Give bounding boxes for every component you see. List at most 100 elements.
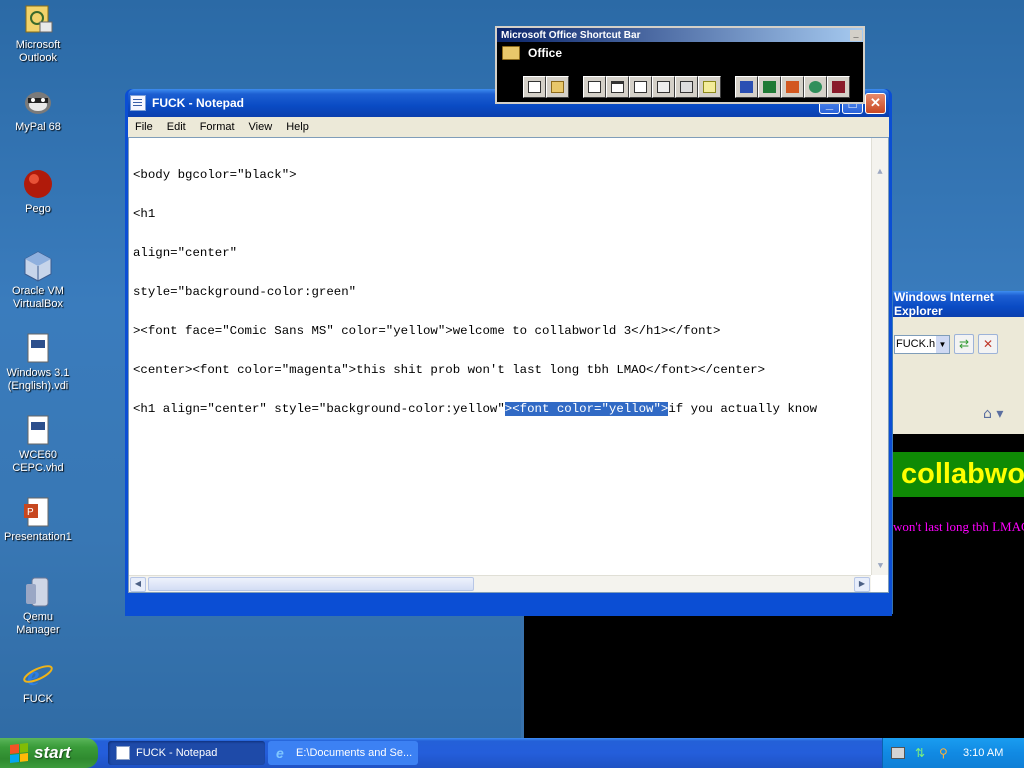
desktop-icon-wce60[interactable]: WCE60 CEPC.vhd (2, 414, 74, 475)
taskbar-button-explorer[interactable]: e E:\Documents and Se... (268, 741, 418, 765)
scroll-up-icon[interactable]: ▲ (872, 164, 888, 181)
page-heading: collabworld 3 (893, 452, 1024, 497)
horizontal-scrollbar[interactable]: ◀ ▶ (129, 575, 871, 592)
scroll-thumb[interactable] (148, 577, 474, 591)
notepad-title: FUCK - Notepad (152, 96, 244, 110)
desktop-icon-label: WCE60 CEPC.vhd (12, 449, 64, 474)
publisher-icon[interactable] (804, 76, 827, 98)
virtualbox-icon (22, 250, 54, 282)
svg-text:P: P (27, 507, 34, 518)
start-button[interactable]: start (0, 738, 98, 768)
desktop-icon-outlook[interactable]: Microsoft Outlook (2, 4, 74, 65)
text-line: style="background-color:green" (133, 285, 357, 299)
desktop-icon-fuck-html[interactable]: e FUCK (2, 658, 74, 706)
desktop-icon-pego[interactable]: Pego (2, 168, 74, 216)
text-segment: <h1 align="center" style="background-col… (133, 402, 505, 416)
word-icon[interactable] (735, 76, 758, 98)
start-label: start (34, 743, 71, 762)
new-document-icon[interactable] (523, 76, 546, 98)
internet-explorer-window[interactable]: Windows Internet Explorer FUCK.h ▼ ⇄ ✕ ⌂… (893, 290, 1024, 614)
text-line: <h1 (133, 207, 156, 221)
red-ball-icon (22, 168, 54, 200)
menu-file[interactable]: File (128, 121, 160, 133)
svg-text:e: e (27, 661, 39, 690)
internet-explorer-icon: e (276, 745, 284, 761)
office-section-label: Office (528, 46, 563, 60)
keyboard-icon[interactable] (891, 747, 905, 759)
menu-view[interactable]: View (242, 121, 280, 133)
text-line: <body bgcolor="black"> (133, 168, 297, 182)
file-icon (22, 332, 54, 364)
taskbar: start FUCK - Notepad e E:\Documents and … (0, 738, 1024, 768)
desktop-icon-presentation[interactable]: P Presentation1 (2, 496, 74, 544)
desktop-icon-win31-vdi[interactable]: Windows 3.1 (English).vdi (2, 332, 74, 393)
office-bar-title-bar[interactable]: Microsoft Office Shortcut Bar _ (497, 28, 863, 42)
mail-icon[interactable] (583, 76, 606, 98)
taskbar-button-notepad[interactable]: FUCK - Notepad (108, 741, 265, 765)
excel-icon[interactable] (758, 76, 781, 98)
text-line: <h1 align="center" style="background-col… (133, 402, 888, 416)
journal-icon[interactable] (675, 76, 698, 98)
powerpoint-icon[interactable] (781, 76, 804, 98)
ie-address-field[interactable]: FUCK.h ▼ (894, 334, 950, 354)
office-shortcut-bar[interactable]: Microsoft Office Shortcut Bar _ Office (495, 26, 865, 104)
clock[interactable]: 3:10 AM (963, 747, 1003, 759)
office-bar-title: Microsoft Office Shortcut Bar (501, 29, 641, 41)
taskbar-button-label: E:\Documents and Se... (296, 747, 413, 759)
ie-title-bar[interactable]: Windows Internet Explorer (893, 290, 1024, 318)
office-section[interactable]: Office (497, 42, 863, 60)
access-icon[interactable] (827, 76, 850, 98)
file-icon (22, 414, 54, 446)
notepad-window[interactable]: FUCK - Notepad _ □ ✕ File Edit Format Vi… (125, 89, 892, 616)
search-icon[interactable]: ⚲ (939, 747, 953, 759)
qemu-icon (22, 576, 54, 608)
desktop-icon-label: FUCK (23, 693, 53, 705)
stop-icon[interactable]: ✕ (978, 334, 998, 354)
refresh-icon[interactable]: ⇄ (954, 334, 974, 354)
scroll-right-icon[interactable]: ▶ (854, 577, 870, 592)
menu-help[interactable]: Help (279, 121, 316, 133)
note-icon[interactable] (698, 76, 721, 98)
ie-address-text: FUCK.h (896, 338, 936, 350)
scroll-down-icon[interactable]: ▼ (872, 558, 888, 575)
contact-icon[interactable] (652, 76, 675, 98)
raccoon-icon (22, 86, 54, 118)
text-line: align="center" (133, 246, 238, 260)
close-button[interactable]: ✕ (865, 92, 886, 114)
text-segment: if you actually know (668, 402, 818, 416)
task-icon[interactable] (629, 76, 652, 98)
menu-format[interactable]: Format (193, 121, 242, 133)
internet-explorer-icon: e (22, 658, 54, 692)
taskbar-button-label: FUCK - Notepad (136, 747, 218, 759)
minimize-button[interactable]: _ (850, 29, 862, 41)
notepad-text-area[interactable]: <body bgcolor="black"> <h1 align="center… (128, 137, 889, 593)
outlook-icon (22, 4, 54, 36)
office-bar-buttons (523, 76, 850, 98)
scroll-left-icon[interactable]: ◀ (130, 577, 146, 592)
notepad-icon (130, 95, 146, 111)
text-line: <center><font color="magenta">this shit … (133, 363, 766, 377)
appointment-icon[interactable] (606, 76, 629, 98)
desktop-icon-mypal[interactable]: MyPal 68 (2, 86, 74, 134)
open-document-icon[interactable] (546, 76, 569, 98)
desktop-icon-label: Pego (25, 203, 51, 215)
desktop-icon-label: MyPal 68 (15, 121, 61, 133)
notepad-icon (116, 746, 130, 760)
notepad-menu-bar: File Edit Format View Help (128, 117, 889, 137)
system-tray: ⇅ ⚲ 3:10 AM (882, 738, 1024, 768)
ie-page-content: collabworld 3 won't last long tbh LMAO (893, 434, 1024, 614)
selected-text: ><font color="yellow"> (504, 402, 669, 416)
menu-edit[interactable]: Edit (160, 121, 193, 133)
desktop-icon-virtualbox[interactable]: Oracle VM VirtualBox (2, 250, 74, 311)
network-icon[interactable]: ⇅ (915, 747, 929, 759)
desktop-icon-label: Presentation1 (4, 531, 72, 543)
text-line: ><font face="Comic Sans MS" color="yello… (133, 324, 721, 338)
page-magenta-text: won't last long tbh LMAO (893, 519, 1024, 534)
vertical-scrollbar[interactable]: ▲ ▼ (871, 138, 888, 575)
desktop-icon-qemu[interactable]: Qemu Manager (2, 576, 74, 637)
chevron-down-icon[interactable]: ▼ (936, 335, 949, 353)
home-icon[interactable]: ⌂ ▾ (983, 406, 1003, 422)
ie-address-bar: FUCK.h ▼ ⇄ ✕ (893, 331, 1024, 357)
desktop-icon-label: Qemu Manager (16, 611, 60, 636)
folder-icon (502, 46, 520, 60)
